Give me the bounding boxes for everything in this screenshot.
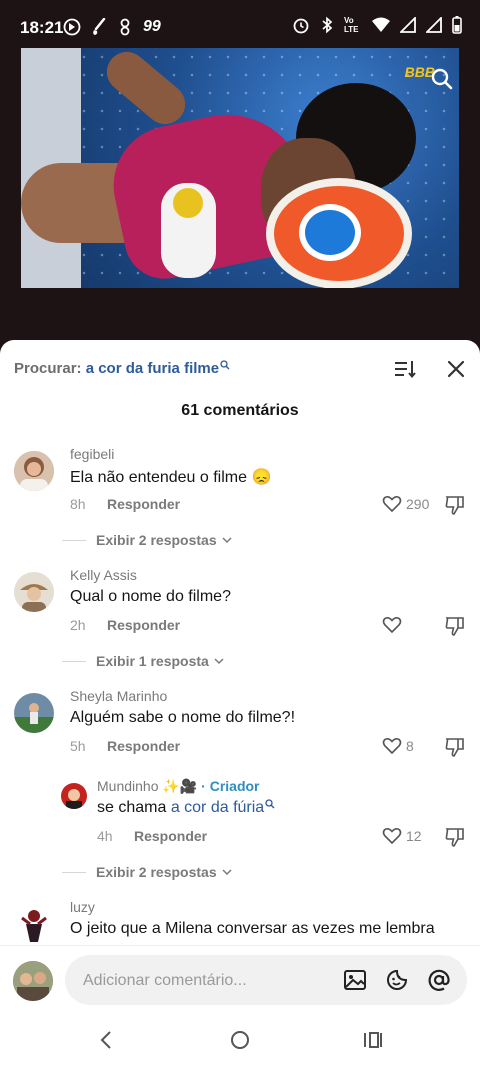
avatar[interactable] [14,572,54,612]
reply-username[interactable]: Mundinho [97,778,159,794]
video-pillow [266,178,412,288]
like-button[interactable]: 12 [382,826,422,846]
comment-username[interactable]: fegibeli [70,446,114,462]
chevron-down-icon [222,537,232,544]
reply-text-prefix: se chama [97,799,171,816]
comment-text: Qual o nome do filme? [70,588,231,605]
like-count: 12 [406,828,422,844]
avatar[interactable] [14,904,54,944]
search-suggestion[interactable]: Procurar: a cor da furia filme [14,360,230,377]
signal-2-icon [426,17,442,33]
status-time: 18:21 [20,18,64,37]
back-icon[interactable] [96,1029,118,1051]
reply-search-link[interactable]: a cor da fúria [171,799,264,816]
bluetooth-icon [322,16,333,34]
user-avatar [13,961,53,1001]
comment-text: O jeito que a Milena conversar as vezes … [70,920,435,937]
comments-count: 61 comentários [181,402,299,419]
comment-time: 2h [70,617,86,633]
reply-time: 4h [97,828,113,844]
heart-icon [382,496,402,513]
comment-username[interactable]: Sheyla Marinho [70,688,167,704]
alarm-icon [293,18,309,34]
reply-button[interactable]: Responder [107,496,180,512]
close-icon[interactable] [446,359,466,379]
comment-username[interactable]: luzy [70,899,95,915]
heart-icon [382,738,402,755]
notification-app-icon [63,18,81,36]
reply-button[interactable]: Responder [107,617,180,633]
comment-text: Alguém sabe o nome do filme?! [70,709,296,726]
heart-icon [382,828,402,845]
heart-icon [382,617,402,634]
brush-icon [93,18,106,35]
search-prefix: Procurar: [14,360,82,377]
view-replies-label: Exibir 1 resposta [96,653,209,669]
view-replies-label: Exibir 2 respostas [96,532,217,548]
comment-item: luzy O jeito que a Milena conversar as v… [0,899,480,945]
creator-badge: · Criador [201,778,260,794]
chevron-down-icon [222,869,232,876]
avatar[interactable] [14,451,54,491]
like-button[interactable]: 8 [382,736,414,756]
notification-icons: 99 [63,18,161,36]
volte-label: Vo LTE [344,16,359,34]
like-count: 8 [406,738,414,754]
reply-header: Mundinho ✨🎥 · Criador [97,778,260,795]
image-icon[interactable] [343,968,367,992]
dislike-icon[interactable] [444,736,466,758]
reply-button[interactable]: Responder [107,738,180,754]
chevron-down-icon [214,658,224,665]
search-small-icon [220,360,230,370]
reply-button[interactable]: Responder [134,828,207,844]
dislike-icon[interactable] [444,494,466,516]
divider [62,871,86,873]
view-replies-label: Exibir 2 respostas [96,864,217,880]
wifi-icon [372,17,390,32]
signal-icon [400,17,416,33]
link-app-icon [120,18,130,36]
comment-time: 8h [70,496,86,512]
reply-text: se chama a cor da fúria [97,799,275,817]
sort-icon[interactable] [394,358,416,380]
mention-icon[interactable] [427,968,451,992]
recents-icon[interactable] [362,1029,384,1051]
search-icon[interactable] [431,68,453,90]
view-replies-button[interactable]: Exibir 1 resposta [62,653,224,669]
divider [62,660,86,662]
search-small-icon [265,799,275,809]
view-replies-button[interactable]: Exibir 2 respostas [62,864,232,880]
battery-icon [452,16,462,34]
dislike-icon[interactable] [444,826,466,848]
like-button[interactable] [382,615,406,635]
like-count: 290 [406,496,430,512]
system-nav-bar [0,1013,480,1066]
emoji-icon[interactable] [385,968,409,992]
avatar[interactable] [61,783,87,809]
like-button[interactable]: 290 [382,494,429,514]
avatar[interactable] [14,693,54,733]
system-icons: Vo LTE [292,16,462,34]
comment-input[interactable] [81,955,325,1007]
comment-input-bar [0,945,480,1014]
video-toy [161,183,216,278]
comment-time: 5h [70,738,86,754]
comment-input-box[interactable] [65,955,467,1007]
video-player[interactable]: BBB [21,48,459,288]
comment-text: Ela não entendeu o filme 😞 [70,469,272,486]
comment-username[interactable]: Kelly Assis [70,567,137,583]
search-query-link[interactable]: a cor da furia filme [86,360,219,377]
divider [62,539,86,541]
notification-count: 99 [143,18,161,35]
view-replies-button[interactable]: Exibir 2 respostas [62,532,232,548]
home-icon[interactable] [229,1029,251,1051]
reply-username-emoji: ✨🎥 [162,778,198,794]
dislike-icon[interactable] [444,615,466,637]
